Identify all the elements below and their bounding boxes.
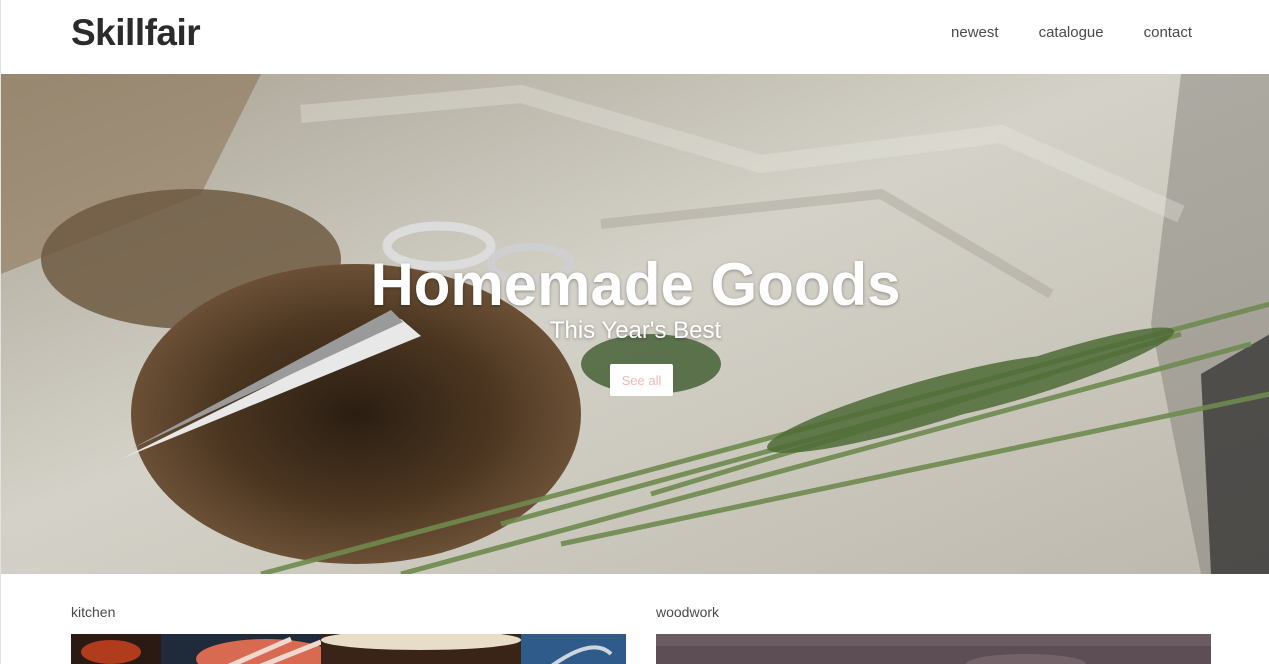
hero-subtitle: This Year's Best: [549, 317, 722, 344]
site-header: Skillfair newest catalogue contact: [1, 0, 1269, 74]
main-nav: newest catalogue contact: [951, 24, 1192, 41]
page: Skillfair newest catalogue contact Homem…: [0, 0, 1269, 664]
see-all-button[interactable]: See all: [610, 364, 673, 396]
site-logo[interactable]: Skillfair: [71, 12, 201, 54]
hero-banner: Homemade Goods This Year's Best See all: [1, 74, 1269, 574]
category-label[interactable]: kitchen: [71, 604, 115, 620]
category-label[interactable]: woodwork: [656, 604, 719, 620]
category-woodwork[interactable]: woodwork: [656, 604, 719, 620]
nav-link-contact[interactable]: contact: [1144, 24, 1192, 41]
category-kitchen[interactable]: kitchen: [71, 604, 115, 620]
category-woodwork-image[interactable]: [656, 634, 1211, 664]
hero-title: Homemade Goods: [370, 251, 901, 318]
nav-link-newest[interactable]: newest: [951, 24, 999, 41]
category-kitchen-image[interactable]: [71, 634, 626, 664]
nav-link-catalogue[interactable]: catalogue: [1039, 24, 1104, 41]
